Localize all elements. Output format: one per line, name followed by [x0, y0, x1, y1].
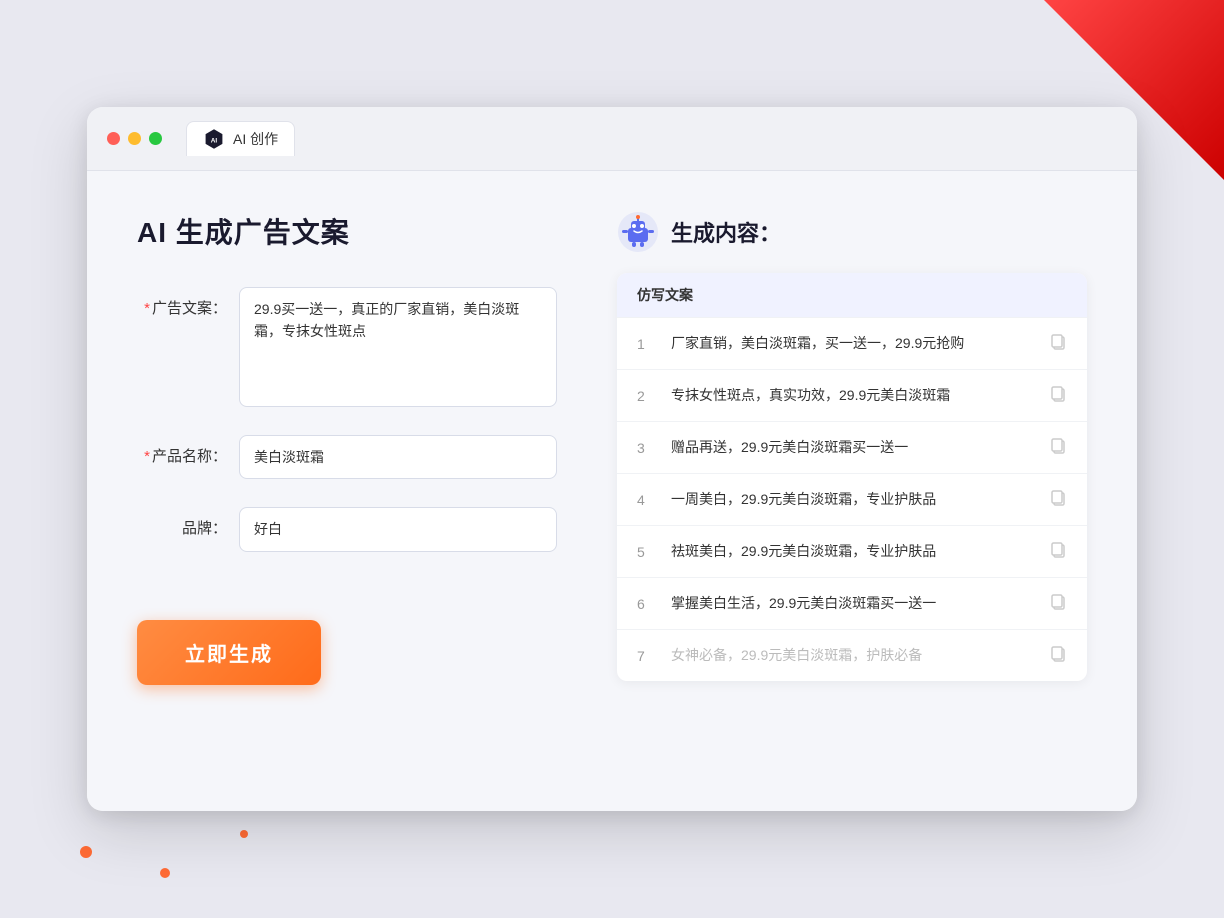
row-number: 4	[637, 492, 657, 508]
product-name-input[interactable]	[239, 435, 557, 479]
row-text: 祛斑美白，29.9元美白淡斑霜，专业护肤品	[671, 541, 1035, 562]
table-row: 2 专抹女性斑点，真实功效，29.9元美白淡斑霜	[617, 369, 1087, 421]
table-row: 3 赠品再送，29.9元美白淡斑霜买一送一	[617, 421, 1087, 473]
copy-icon[interactable]	[1049, 384, 1067, 407]
copy-icon[interactable]	[1049, 332, 1067, 355]
titlebar: AI AI 创作	[87, 107, 1137, 171]
required-star-ad: *	[144, 300, 150, 317]
brand-input[interactable]	[239, 507, 557, 551]
table-row: 1 厂家直销，美白淡斑霜，买一送一，29.9元抢购	[617, 317, 1087, 369]
row-number: 5	[637, 544, 657, 560]
ai-tab-icon: AI	[203, 128, 225, 150]
result-title: 生成内容：	[671, 216, 781, 248]
brand-group: 品牌：	[137, 507, 557, 551]
result-table: 仿写文案 1 厂家直销，美白淡斑霜，买一送一，29.9元抢购 2 专抹女性斑点，真实…	[617, 273, 1087, 681]
tab-label: AI 创作	[233, 129, 278, 149]
result-rows-container: 1 厂家直销，美白淡斑霜，买一送一，29.9元抢购 2 专抹女性斑点，真实功效，29…	[617, 317, 1087, 681]
left-panel: AI 生成广告文案 *广告文案： *产品名称： 品牌： 立	[137, 211, 557, 771]
generate-button[interactable]: 立即生成	[137, 620, 321, 685]
copy-icon[interactable]	[1049, 540, 1067, 563]
content-area: AI 生成广告文案 *广告文案： *产品名称： 品牌： 立	[87, 171, 1137, 811]
copy-icon[interactable]	[1049, 436, 1067, 459]
tab-ai-create[interactable]: AI AI 创作	[186, 121, 295, 156]
table-row: 7 女神必备，29.9元美白淡斑霜，护肤必备	[617, 629, 1087, 681]
result-header: 生成内容：	[617, 211, 1087, 253]
close-button[interactable]	[107, 132, 120, 145]
row-number: 2	[637, 388, 657, 404]
required-star-product: *	[144, 448, 150, 465]
row-number: 1	[637, 336, 657, 352]
product-name-group: *产品名称：	[137, 435, 557, 479]
ad-copy-label: *广告文案：	[137, 287, 227, 318]
product-name-label: *产品名称：	[137, 435, 227, 466]
row-text: 女神必备，29.9元美白淡斑霜，护肤必备	[671, 645, 1035, 666]
bg-decoration-dot-3	[240, 830, 248, 838]
page-title: AI 生成广告文案	[137, 211, 557, 251]
row-number: 3	[637, 440, 657, 456]
maximize-button[interactable]	[149, 132, 162, 145]
row-text: 专抹女性斑点，真实功效，29.9元美白淡斑霜	[671, 385, 1035, 406]
bg-decoration-dot-1	[80, 846, 92, 858]
row-text: 厂家直销，美白淡斑霜，买一送一，29.9元抢购	[671, 333, 1035, 354]
row-text: 一周美白，29.9元美白淡斑霜，专业护肤品	[671, 489, 1035, 510]
ad-copy-input[interactable]	[239, 287, 557, 407]
copy-icon[interactable]	[1049, 488, 1067, 511]
row-text: 赠品再送，29.9元美白淡斑霜买一送一	[671, 437, 1035, 458]
right-panel: 生成内容： 仿写文案 1 厂家直销，美白淡斑霜，买一送一，29.9元抢购 2 专抹女…	[617, 211, 1087, 771]
window-controls	[107, 132, 162, 145]
table-row: 6 掌握美白生活，29.9元美白淡斑霜买一送一	[617, 577, 1087, 629]
row-number: 7	[637, 648, 657, 664]
copy-icon[interactable]	[1049, 644, 1067, 667]
app-window: AI AI 创作 AI 生成广告文案 *广告文案： *产品名称：	[87, 107, 1137, 811]
brand-label: 品牌：	[137, 507, 227, 538]
row-number: 6	[637, 596, 657, 612]
bg-decoration-dot-2	[160, 868, 170, 878]
ad-copy-group: *广告文案：	[137, 287, 557, 407]
table-row: 5 祛斑美白，29.9元美白淡斑霜，专业护肤品	[617, 525, 1087, 577]
table-row: 4 一周美白，29.9元美白淡斑霜，专业护肤品	[617, 473, 1087, 525]
svg-text:AI: AI	[211, 138, 218, 145]
table-header: 仿写文案	[617, 273, 1087, 317]
minimize-button[interactable]	[128, 132, 141, 145]
copy-icon[interactable]	[1049, 592, 1067, 615]
row-text: 掌握美白生活，29.9元美白淡斑霜买一送一	[671, 593, 1035, 614]
robot-icon	[617, 211, 659, 253]
